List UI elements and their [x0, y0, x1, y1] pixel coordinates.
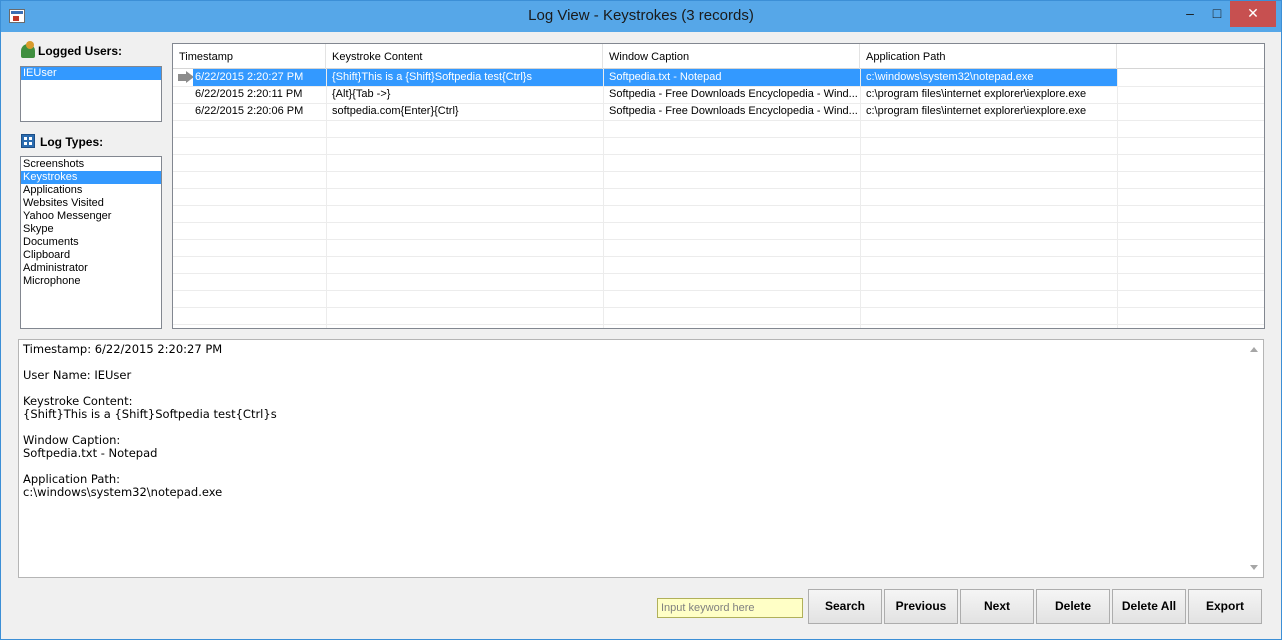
details-line: c:\windows\system32\notepad.exe — [23, 485, 223, 499]
grid-row-line — [173, 154, 1264, 155]
table-cell-application-path: c:\program files\internet explorer\iexpl… — [866, 105, 1087, 117]
search-button[interactable]: Search — [808, 589, 882, 624]
details-line: User Name: IEUser — [23, 368, 132, 382]
minimize-button[interactable]: – — [1177, 1, 1203, 27]
details-line: Softpedia.txt - Notepad — [23, 446, 158, 460]
table-cell-application-path: c:\program files\internet explorer\iexpl… — [866, 88, 1087, 100]
title-bar[interactable]: Log View - Keystrokes (3 records) – □ ✕ — [1, 1, 1281, 32]
export-button[interactable]: Export — [1188, 589, 1262, 624]
log-type-item-keystrokes[interactable]: Keystrokes — [21, 171, 161, 184]
log-type-item-screenshots[interactable]: Screenshots — [21, 158, 161, 171]
grid-row-line — [173, 324, 1264, 325]
log-types-icon — [21, 134, 35, 148]
grid-row-line — [173, 120, 1264, 121]
log-types-label: Log Types: — [40, 135, 104, 149]
table-cell-window-caption: Softpedia - Free Downloads Encyclopedia … — [609, 88, 858, 100]
log-type-item-applications[interactable]: Applications — [21, 184, 161, 197]
user-item-ieuser[interactable]: IEUser — [21, 67, 161, 80]
table-cell-timestamp: 6/22/2015 2:20:11 PM — [195, 88, 303, 100]
table-cell-window-caption: Softpedia - Free Downloads Encyclopedia … — [609, 105, 858, 117]
table-cell-window-caption: Softpedia.txt - Notepad — [604, 69, 860, 86]
maximize-button[interactable]: □ — [1204, 1, 1230, 27]
column-header-window-caption[interactable]: Window Caption — [603, 44, 860, 69]
grid-row-line — [173, 205, 1264, 206]
table-cell-timestamp: 6/22/2015 2:20:27 PM — [193, 69, 326, 86]
table-cell-application-path: c:\windows\system32\notepad.exe — [861, 69, 1117, 86]
column-header-application-path[interactable]: Application Path — [860, 44, 1117, 69]
log-type-item-microphone[interactable]: Microphone — [21, 275, 161, 288]
details-panel[interactable]: Timestamp: 6/22/2015 2:20:27 PM User Name… — [18, 339, 1264, 578]
table-cell-keystroke-content: softpedia.com{Enter}{Ctrl} — [332, 105, 459, 117]
logged-users-label: Logged Users: — [38, 44, 123, 58]
close-button[interactable]: ✕ — [1230, 1, 1276, 27]
table-row[interactable]: 6/22/2015 2:20:11 PM {Alt}{Tab ->} Softped… — [173, 86, 1118, 103]
column-header-timestamp[interactable]: Timestamp — [173, 44, 326, 69]
next-button[interactable]: Next — [960, 589, 1034, 624]
grid-row-line — [173, 239, 1264, 240]
details-line: Timestamp: 6/22/2015 2:20:27 PM — [23, 342, 223, 356]
table-cell-timestamp: 6/22/2015 2:20:06 PM — [195, 105, 304, 117]
grid-row-line — [173, 256, 1264, 257]
grid-header: Timestamp Keystroke Content Window Caption… — [173, 44, 1264, 69]
search-input[interactable] — [657, 598, 803, 618]
grid-row-line — [173, 222, 1264, 223]
log-types-list[interactable]: Screenshots Keystrokes Applications Website… — [20, 156, 162, 329]
users-icon — [21, 41, 35, 58]
log-grid[interactable]: Timestamp Keystroke Content Window Caption… — [172, 43, 1265, 329]
logged-users-list[interactable]: IEUser — [20, 66, 162, 122]
main-window: Log View - Keystrokes (3 records) – □ ✕ … — [0, 0, 1282, 640]
grid-row-line — [173, 137, 1264, 138]
table-cell-keystroke-content: {Alt}{Tab ->} — [332, 88, 391, 100]
scroll-up-icon[interactable] — [1250, 347, 1258, 352]
table-row[interactable]: 6/22/2015 2:20:27 PM {Shift}This is a {Sh… — [173, 69, 1118, 86]
previous-button[interactable]: Previous — [884, 589, 958, 624]
log-type-item-administrator[interactable]: Administrator — [21, 262, 161, 275]
grid-row-line — [173, 307, 1264, 308]
grid-row-line — [173, 188, 1264, 189]
log-type-item-websites-visited[interactable]: Websites Visited — [21, 197, 161, 210]
grid-row-line — [173, 273, 1264, 274]
grid-row-line — [173, 171, 1264, 172]
delete-all-button[interactable]: Delete All — [1112, 589, 1186, 624]
arrow-right-icon — [178, 71, 194, 84]
log-type-item-clipboard[interactable]: Clipboard — [21, 249, 161, 262]
grid-row-line — [173, 290, 1264, 291]
details-line: {Shift}This is a {Shift}Softpedia test{C… — [23, 407, 277, 421]
window-title: Log View - Keystrokes (3 records) — [528, 7, 754, 24]
table-row[interactable]: 6/22/2015 2:20:06 PM softpedia.com{Enter}… — [173, 103, 1118, 120]
column-header-keystroke-content[interactable]: Keystroke Content — [326, 44, 603, 69]
log-type-item-documents[interactable]: Documents — [21, 236, 161, 249]
details-scrollbar[interactable] — [1246, 340, 1263, 577]
delete-button[interactable]: Delete — [1036, 589, 1110, 624]
table-cell-keystroke-content: {Shift}This is a {Shift}Softpedia test{C… — [327, 69, 603, 86]
scroll-down-icon[interactable] — [1250, 565, 1258, 570]
log-type-item-yahoo-messenger[interactable]: Yahoo Messenger — [21, 210, 161, 223]
column-header-filler — [1117, 44, 1264, 69]
log-type-item-skype[interactable]: Skype — [21, 223, 161, 236]
